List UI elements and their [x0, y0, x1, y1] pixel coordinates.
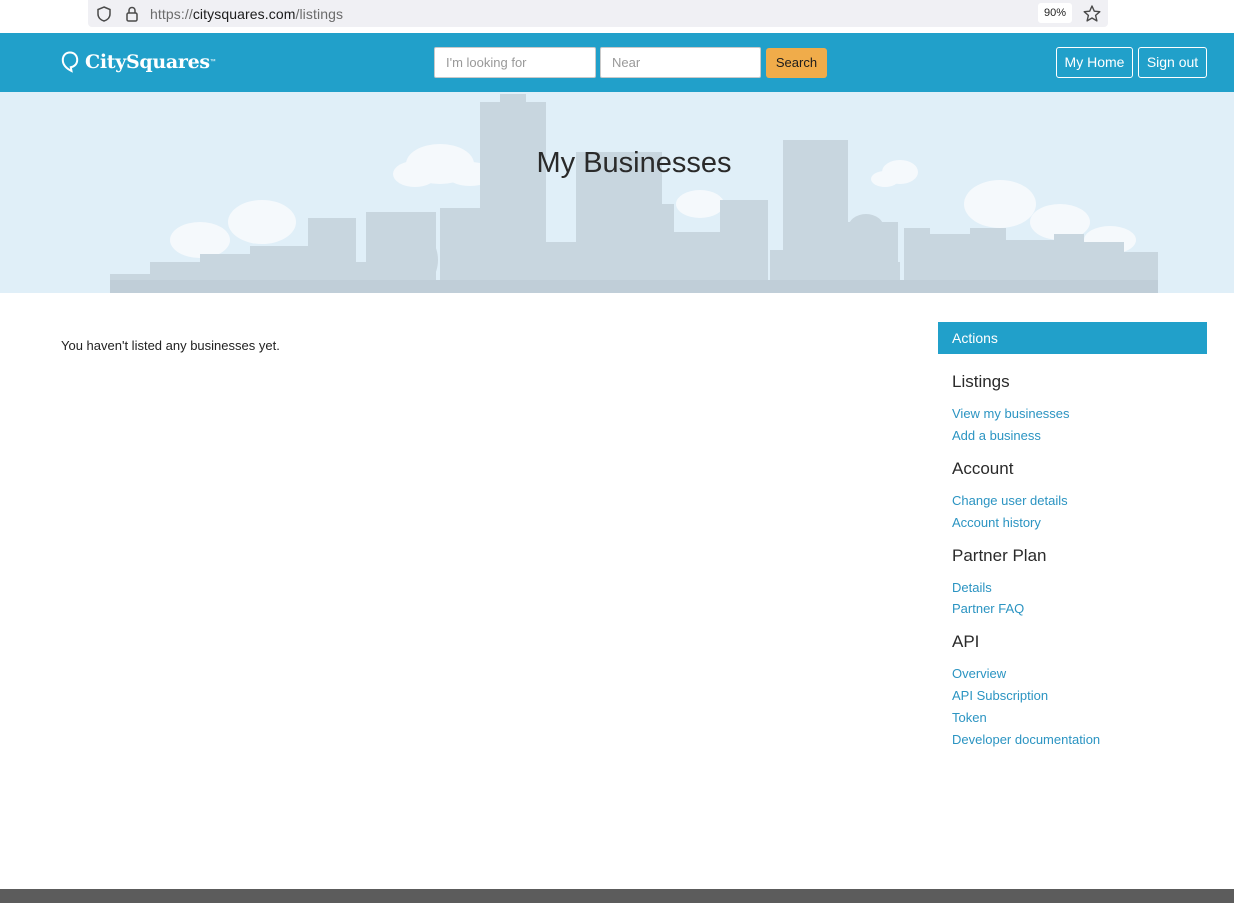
page-title: My Businesses	[536, 147, 732, 179]
logo-trademark: ™	[209, 59, 216, 65]
url-scheme: https://	[150, 6, 193, 22]
sidebar-link-view-my-businesses[interactable]: View my businesses	[952, 406, 1070, 421]
search-button[interactable]: Search	[766, 48, 827, 78]
empty-state-message: You haven't listed any businesses yet.	[61, 338, 280, 353]
lock-icon[interactable]	[123, 5, 141, 23]
site-header: CitySquares ™ I'm looking for Near Searc…	[0, 33, 1234, 92]
browser-toolbar: https://citysquares.com/listings 90%	[0, 0, 1234, 33]
sidebar-link-api-subscription[interactable]: API Subscription	[952, 688, 1048, 703]
logo-text: CitySquares	[85, 51, 210, 73]
sidebar-link-account-history[interactable]: Account history	[952, 515, 1041, 530]
sign-out-button[interactable]: Sign out	[1138, 47, 1207, 78]
sidebar-link-token[interactable]: Token	[952, 710, 987, 725]
citysquares-logo[interactable]: CitySquares ™	[61, 48, 216, 76]
sidebar-link-overview[interactable]: Overview	[952, 666, 1006, 681]
my-home-button[interactable]: My Home	[1056, 47, 1133, 78]
actions-header: Actions	[938, 322, 1207, 354]
sidebar-link-add-business[interactable]: Add a business	[952, 428, 1041, 443]
logo-pin-icon	[61, 51, 79, 73]
shield-icon[interactable]	[95, 5, 113, 23]
sidebar-link-developer-documentation[interactable]: Developer documentation	[952, 732, 1100, 747]
sidebar-heading-listings: Listings	[952, 372, 1010, 391]
actions-sidebar: Actions Listings View my businesses Add …	[938, 322, 1207, 747]
city-skyline-illustration	[110, 94, 1158, 293]
sidebar-link-change-user-details[interactable]: Change user details	[952, 493, 1068, 508]
sidebar-link-details[interactable]: Details	[952, 580, 992, 595]
sidebar-heading-api: API	[952, 632, 980, 651]
url-text[interactable]: https://citysquares.com/listings	[150, 6, 343, 22]
url-path: /listings	[295, 6, 344, 22]
url-host: citysquares.com	[192, 6, 296, 22]
sidebar-heading-partner-plan: Partner Plan	[952, 546, 1047, 565]
search-location-input[interactable]: Near	[600, 47, 761, 78]
sidebar-heading-account: Account	[952, 459, 1014, 478]
search-query-input[interactable]: I'm looking for	[434, 47, 596, 78]
hero-banner: My Businesses	[0, 92, 1234, 293]
site-footer	[0, 889, 1234, 903]
sidebar-link-partner-faq[interactable]: Partner FAQ	[952, 601, 1024, 616]
zoom-level[interactable]: 90%	[1038, 3, 1072, 23]
star-icon[interactable]	[1082, 4, 1102, 24]
